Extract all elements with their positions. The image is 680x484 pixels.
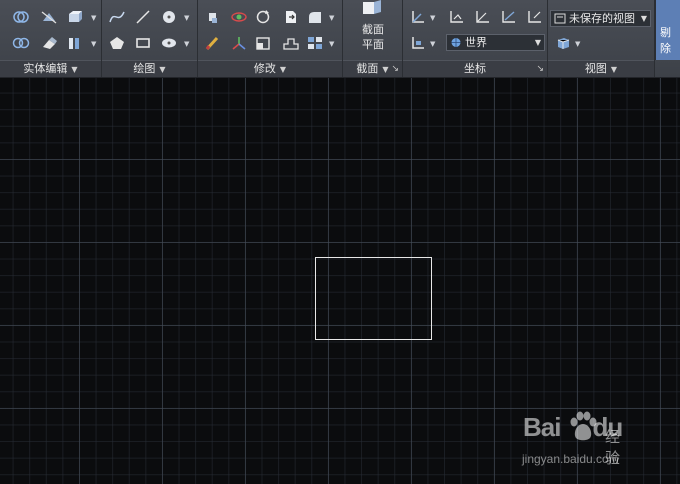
fillet-icon[interactable] [306,9,324,25]
panel-title-solid-edit[interactable]: 实体编辑 ▼ [0,60,101,77]
rectangle-icon[interactable] [134,35,152,51]
scale-icon[interactable] [254,35,272,51]
globe-icon [450,37,462,48]
ucs-origin-icon[interactable] [448,9,466,25]
edit-paint-icon[interactable] [204,35,222,51]
ucs-3point-icon[interactable] [474,9,492,25]
view-cube-icon[interactable] [554,35,572,51]
drawn-rectangle[interactable] [315,257,432,340]
fillet-dropdown-icon[interactable]: ▼ [329,14,334,22]
ribbon: ▼ ▼ 实体编辑 ▼ ▼ ▼ 绘图 ▼ ▼ ▼ 修改 ▼ 截面 平面 截面 ▼ … [0,0,680,78]
ucs-named-dropdown-icon[interactable]: ▼ [430,40,435,48]
ellipse-dropdown-icon[interactable]: ▼ [184,40,189,48]
ucs-view-icon[interactable] [526,9,544,25]
panel-draw: ▼ ▼ 绘图 ▼ [102,0,198,77]
ucs-combo-arrow-icon: ▼ [534,38,541,47]
spline-icon[interactable] [108,9,126,25]
rotate-3d-icon[interactable] [230,9,248,25]
ellipse-icon[interactable] [160,35,178,51]
ucs-dropdown-icon[interactable]: ▼ [430,14,435,22]
named-view-icon [554,13,566,24]
panel-title-draw[interactable]: 绘图 ▼ [102,60,197,77]
panel-title-coordinates[interactable]: 坐标 ↘ [403,60,547,77]
overflow-button[interactable]: 剔除 [655,0,680,60]
ucs-named-icon[interactable] [409,35,427,51]
panel-title-modify[interactable]: 修改 ▼ [198,60,342,77]
ucs-icon[interactable] [409,9,427,25]
extrude-faces-icon[interactable] [66,9,84,25]
shell-icon[interactable] [66,35,84,51]
gizmo-icon[interactable] [230,35,248,51]
section-plane-label-line1: 截面 [362,23,384,36]
copy-icon[interactable] [282,9,300,25]
ucs-combo-value: 世界 [465,36,487,49]
array-dropdown-icon[interactable]: ▼ [329,40,334,48]
shell-dropdown-icon[interactable]: ▼ [91,40,96,48]
circle-icon[interactable] [160,9,178,25]
panel-title-view[interactable]: 视图 ▼ [548,60,654,77]
interfere-icon[interactable] [12,9,30,25]
view-cube-dropdown-icon[interactable]: ▼ [575,40,580,48]
panel-solid-edit: ▼ ▼ 实体编辑 ▼ [0,0,102,77]
panel-section: 截面 平面 截面 ▼ ↘ [343,0,403,77]
section-launcher-icon[interactable]: ↘ [391,61,399,77]
panel-modify: ▼ ▼ 修改 ▼ [198,0,343,77]
section-plane-icon[interactable] [360,0,384,18]
coordinates-launcher-icon[interactable]: ↘ [536,61,544,77]
slice-icon[interactable] [40,9,58,25]
extrude-faces-dropdown-icon[interactable]: ▼ [91,14,96,22]
panel-coordinates: ▼ ▼ 世界 ▼ 坐标 ↘ [403,0,548,77]
panel-view: 未保存的视图 ▼ ▼ 视图 ▼ [548,0,655,77]
named-view-combo[interactable]: 未保存的视图 ▼ [550,10,651,27]
separate-icon[interactable] [12,35,30,51]
rotate-icon[interactable] [254,9,272,25]
named-view-value: 未保存的视图 [569,12,635,25]
move-icon[interactable] [204,9,222,25]
stretch-icon[interactable] [282,35,300,51]
panel-title-section[interactable]: 截面 ▼ ↘ [343,60,402,77]
ucs-zaxis-icon[interactable] [500,9,518,25]
circle-dropdown-icon[interactable]: ▼ [184,14,189,22]
overflow-button-label: 剔除 [660,26,671,55]
polygon-icon[interactable] [108,35,126,51]
section-plane-button[interactable]: 截面 平面 [343,22,403,52]
line-icon[interactable] [134,9,152,25]
section-plane-label-line2: 平面 [362,38,384,51]
clean-icon[interactable] [40,35,58,51]
ucs-combo[interactable]: 世界 ▼ [446,34,545,51]
named-view-arrow-icon: ▼ [640,14,647,23]
array-icon[interactable] [306,35,324,51]
